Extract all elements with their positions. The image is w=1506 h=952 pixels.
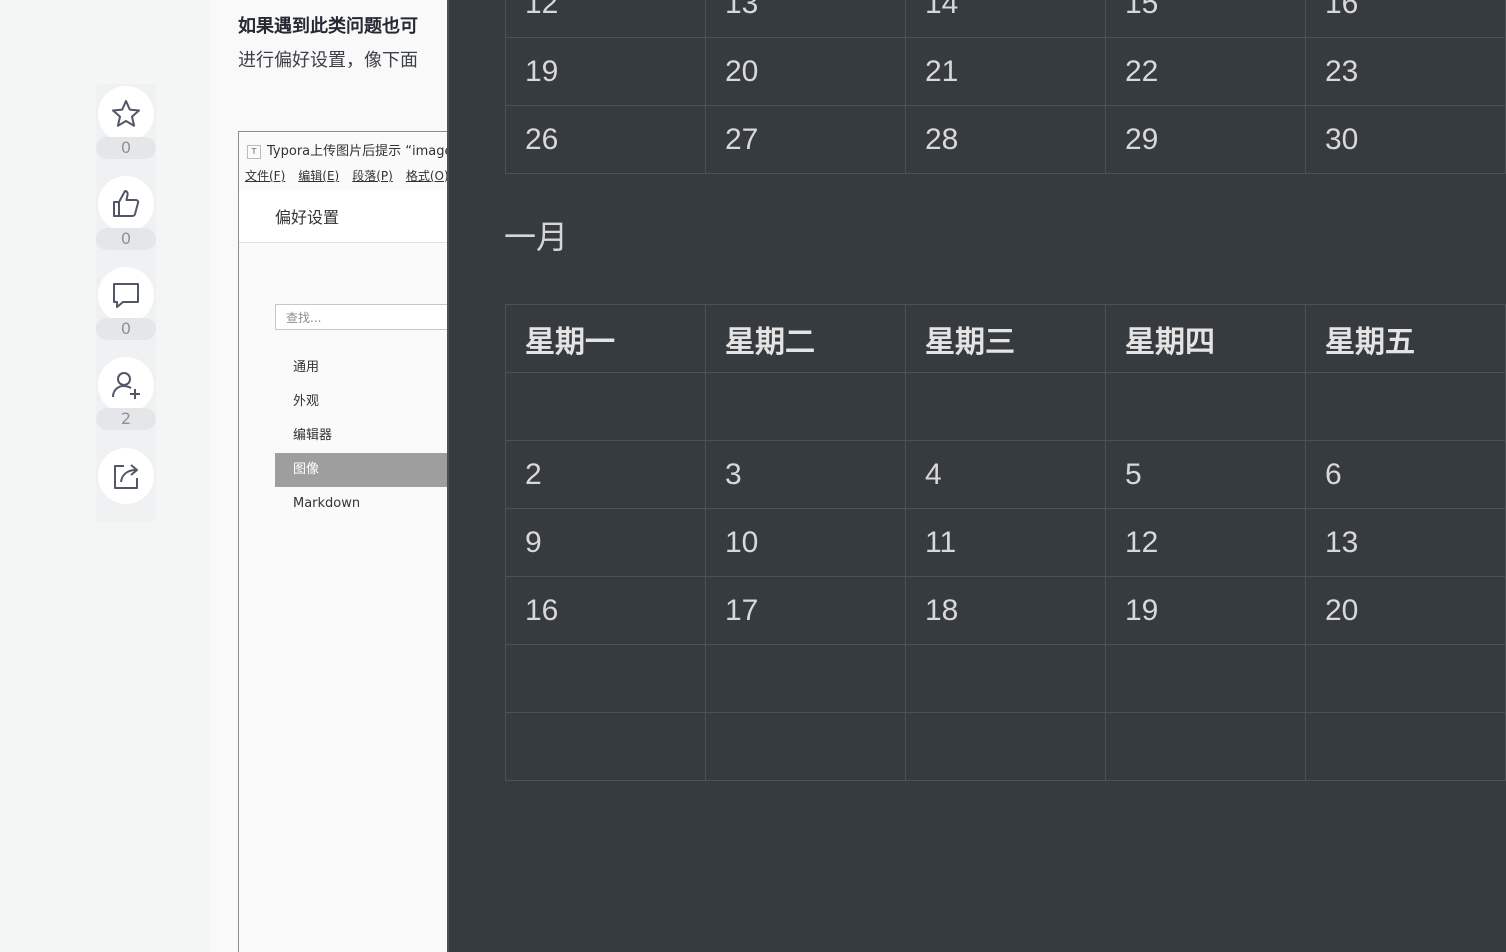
comment-count: 0: [96, 318, 156, 340]
calendar-day-cell[interactable]: [1305, 644, 1506, 713]
calendar-day-cell[interactable]: [505, 712, 706, 781]
calendar-week-row: [505, 644, 1506, 713]
calendar-day-cell[interactable]: 2: [505, 440, 706, 509]
calendar-day-cell[interactable]: 15: [1105, 0, 1306, 38]
calendar-day-cell[interactable]: 17: [705, 576, 906, 645]
follow-count: 2: [96, 408, 156, 430]
thumbs-up-icon: [113, 190, 140, 217]
calendar-day-cell[interactable]: [905, 644, 1106, 713]
calendar-day-cell[interactable]: 13: [1305, 508, 1506, 577]
calendar-day-cell[interactable]: 26: [505, 105, 706, 174]
weekday-header-tuesday: 星期二: [705, 304, 906, 373]
calendar-day-cell[interactable]: 30: [1305, 105, 1506, 174]
follow-button[interactable]: [98, 357, 154, 413]
weekday-header-friday: 星期五: [1305, 304, 1506, 373]
screenshot-pref-header: 偏好设置: [239, 190, 450, 243]
screenshot-item-appearance: 外观: [293, 394, 320, 409]
like-button[interactable]: [98, 176, 154, 232]
calendar-day-cell[interactable]: 20: [1305, 576, 1506, 645]
calendar-day-cell[interactable]: [705, 644, 906, 713]
menu-edit: 编辑(E): [298, 169, 340, 183]
article-body: 如果遇到此类问题也可 进行偏好设置，像下面 T Typora上传图片后提示 “im…: [210, 0, 450, 952]
article-action-rail: 0 0 0 2: [96, 84, 156, 522]
screenshot-item-markdown: Markdown: [293, 496, 361, 511]
calendar-day-cell[interactable]: 20: [705, 37, 906, 106]
calendar-month-title: 一月: [504, 218, 569, 256]
calendar-overlay-panel: 12 13 14 15 16 19 20 21 22 23 26 27 28 2…: [447, 0, 1506, 952]
weekday-header-thursday: 星期四: [1105, 304, 1306, 373]
calendar-day-cell[interactable]: 19: [505, 37, 706, 106]
share-button[interactable]: [98, 448, 154, 504]
calendar-day-cell[interactable]: 5: [1105, 440, 1306, 509]
comment-icon: [113, 283, 139, 308]
star-icon: [112, 100, 140, 127]
calendar-day-cell[interactable]: 12: [505, 0, 706, 38]
calendar-day-cell[interactable]: [1105, 712, 1306, 781]
calendar-week-row: 9 10 11 12 13: [505, 508, 1506, 577]
screenshot-window-title: T Typora上传图片后提示 “image: [247, 140, 450, 159]
calendar-day-cell[interactable]: 10: [705, 508, 906, 577]
calendar-day-cell[interactable]: 16: [1305, 0, 1506, 38]
calendar-day-cell[interactable]: [1305, 712, 1506, 781]
menu-paragraph: 段落(P): [352, 169, 393, 183]
collect-button[interactable]: [98, 86, 154, 142]
calendar-day-cell[interactable]: 19: [1105, 576, 1306, 645]
calendar-day-cell[interactable]: [1305, 372, 1506, 441]
comment-button[interactable]: [98, 267, 154, 323]
calendar-header-row: 星期一 星期二 星期三 星期四 星期五: [505, 304, 1506, 373]
calendar-week-row: 2 3 4 5 6: [505, 440, 1506, 509]
calendar-day-cell[interactable]: [905, 712, 1106, 781]
screenshot-search-box: 查找...: [275, 304, 450, 330]
screenshot-pref-title: 偏好设置: [275, 208, 340, 227]
calendar-day-cell[interactable]: 14: [905, 0, 1106, 38]
like-count: 0: [96, 228, 156, 250]
calendar-day-cell[interactable]: 13: [705, 0, 906, 38]
calendar-day-cell[interactable]: 12: [1105, 508, 1306, 577]
calendar-day-cell[interactable]: 6: [1305, 440, 1506, 509]
calendar-day-cell[interactable]: [1105, 644, 1306, 713]
article-paragraph: 进行偏好设置，像下面: [238, 50, 418, 71]
calendar-day-cell[interactable]: 3: [705, 440, 906, 509]
calendar-week-row: 26 27 28 29 30: [505, 105, 1506, 174]
calendar-day-cell[interactable]: [905, 372, 1106, 441]
overlay-divider: [447, 0, 449, 952]
screenshot-menubar: 文件(F) 编辑(E) 段落(P) 格式(O): [245, 167, 450, 184]
calendar-day-cell[interactable]: 9: [505, 508, 706, 577]
calendar-day-cell[interactable]: [1105, 372, 1306, 441]
calendar-day-cell[interactable]: 29: [1105, 105, 1306, 174]
calendar-week-row: 12 13 14 15 16: [505, 0, 1506, 38]
calendar-day-cell[interactable]: 27: [705, 105, 906, 174]
article-screenshot-image: T Typora上传图片后提示 “image 文件(F) 编辑(E) 段落(P) 格式(…: [238, 131, 450, 952]
calendar-week-row: 16 17 18 19 20: [505, 576, 1506, 645]
menu-file: 文件(F): [245, 169, 286, 183]
calendar-day-cell[interactable]: 22: [1105, 37, 1306, 106]
calendar-week-row: 19 20 21 22 23: [505, 37, 1506, 106]
calendar-day-cell[interactable]: [705, 372, 906, 441]
calendar-day-cell[interactable]: 23: [1305, 37, 1506, 106]
article-paragraph-bold: 如果遇到此类问题也可: [238, 16, 418, 37]
calendar-month-table: 星期一 星期二 星期三 星期四 星期五 2 3 4 5 6 9 10 11 12…: [505, 304, 1506, 781]
menu-format: 格式(O): [405, 169, 449, 183]
weekday-header-monday: 星期一: [505, 304, 706, 373]
share-icon: [114, 464, 138, 489]
calendar-day-cell[interactable]: [705, 712, 906, 781]
weekday-header-wednesday: 星期三: [905, 304, 1106, 373]
screenshot-item-general: 通用: [293, 360, 320, 375]
calendar-week-row: [505, 712, 1506, 781]
calendar-day-cell[interactable]: [505, 644, 706, 713]
calendar-week-row: [505, 372, 1506, 441]
screenshot-item-image: 图像: [275, 453, 450, 487]
calendar-day-cell[interactable]: 21: [905, 37, 1106, 106]
screenshot-item-editor: 编辑器: [293, 428, 333, 443]
calendar-day-cell[interactable]: 18: [905, 576, 1106, 645]
calendar-day-cell[interactable]: 16: [505, 576, 706, 645]
calendar-day-cell[interactable]: 11: [905, 508, 1106, 577]
calendar-day-cell[interactable]: 4: [905, 440, 1106, 509]
follow-user-icon: [112, 372, 140, 399]
calendar-day-cell[interactable]: [505, 372, 706, 441]
collect-count: 0: [96, 137, 156, 159]
calendar-day-cell[interactable]: 28: [905, 105, 1106, 174]
calendar-previous-month-table: 12 13 14 15 16 19 20 21 22 23 26 27 28 2…: [505, 0, 1506, 174]
typora-app-icon: T: [247, 144, 261, 159]
